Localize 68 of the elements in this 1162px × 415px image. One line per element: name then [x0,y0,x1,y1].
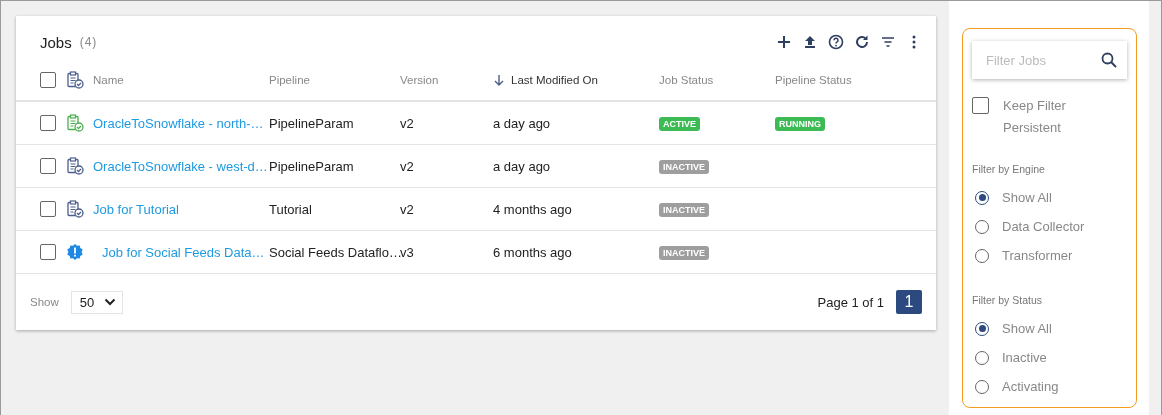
status-badge: INACTIVE [659,160,709,174]
radio-label: Inactive [1002,350,1047,365]
checkbox[interactable] [40,244,56,260]
radio-label: Data Collector [1002,219,1085,234]
search-icon [1101,52,1117,68]
clipboard-check-icon [66,71,84,89]
table-cell: Social Feeds Dataflo… [269,244,400,260]
table-cell-text: Tutorial [269,201,313,217]
checkbox-label: Keep Filter Persistent [1003,97,1067,137]
column-header[interactable]: Job Status [659,74,775,86]
table-cell-text: a day ago [493,158,552,174]
jobs-count: (4) [79,35,98,49]
filter-icon[interactable] [880,34,896,50]
table-cell-text: v3 [400,244,415,260]
page-button[interactable]: 1 [896,290,922,314]
table-cell-text: 6 months ago [493,244,573,260]
status-badge: RUNNING [775,117,825,131]
table-cell-text: 4 months ago [493,201,573,217]
jobs-title: Jobs [40,33,72,51]
clipboard-check-icon [66,200,84,218]
add-icon[interactable] [776,34,792,50]
checkbox[interactable] [40,158,56,174]
help-icon[interactable] [828,34,844,50]
column-label: Name [93,74,124,86]
checkbox[interactable] [972,97,989,114]
show-label: Show [30,296,59,308]
checkbox[interactable] [40,201,56,217]
clipboard-check-icon [66,157,84,175]
status-badge: ACTIVE [659,117,700,131]
job-link[interactable]: Job for Tutorial [93,201,179,217]
sort-arrow-icon [493,74,505,86]
upload-icon[interactable] [802,34,818,50]
radio-label: Show All [1002,321,1052,336]
job-link[interactable]: OracleToSnowflake - west-d… [93,158,268,174]
alert-icon [66,243,84,261]
job-link[interactable]: Job for Social Feeds Data… [102,244,265,260]
column-label: Last Modified On [511,74,598,86]
column-label: Version [400,74,439,86]
table-cell-text: v2 [400,115,415,131]
clipboard-check-icon [66,114,84,132]
checkbox[interactable] [40,115,56,131]
column-header[interactable]: Version [400,74,493,86]
checkbox[interactable] [40,72,56,88]
table-cell-text: v2 [400,158,415,174]
filter-group-title: Filter by Engine [972,163,1046,175]
radio-label: Transformer [1002,248,1073,263]
column-header[interactable]: Pipeline Status [775,74,936,86]
column-label: Job Status [659,74,714,86]
status-badge: INACTIVE [659,203,709,217]
table-cell-text: v2 [400,201,415,217]
chevron-down-icon [104,298,117,306]
table-cell-text: PipelineParam [269,115,355,131]
job-link[interactable]: OracleToSnowflake - north-… [93,115,264,131]
table-cell-text: PipelineParam [269,158,355,174]
radio-label: Activating [1002,379,1059,394]
status-badge: INACTIVE [659,246,709,260]
page-size-select[interactable]: 50 [70,290,124,314]
radio-label: Show All [1002,190,1052,205]
column-label: Pipeline [269,74,310,86]
page-info: Page 1 of 1 [817,294,884,310]
column-header[interactable]: Last Modified On [493,74,659,86]
column-header[interactable]: Name [93,74,269,86]
filter-group-title: Filter by Status [972,294,1044,306]
search-field[interactable]: Filter Jobs [972,41,1127,79]
column-header[interactable]: Pipeline [269,74,400,86]
table-cell-text: a day ago [493,115,552,131]
column-label: Pipeline Status [775,74,852,86]
refresh-icon[interactable] [854,34,870,50]
